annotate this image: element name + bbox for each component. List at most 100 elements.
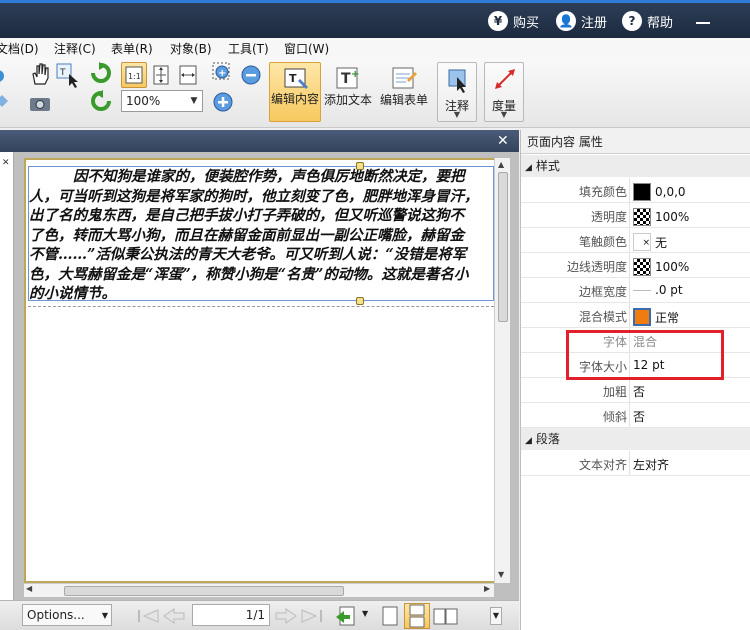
zoom-select[interactable]: 100% ▼	[121, 90, 203, 112]
menu-document[interactable]: 文档(D)	[0, 40, 39, 57]
actual-size-button[interactable]: 1:1	[121, 62, 147, 88]
style-section-header[interactable]: ◢ 样式	[521, 155, 750, 177]
minimize-button[interactable]	[696, 22, 710, 24]
rotate-counterclockwise-icon[interactable]	[90, 90, 112, 114]
page-margin-line	[28, 306, 494, 307]
hand-tool-icon[interactable]	[28, 62, 52, 86]
zoom-in-icon[interactable]	[212, 91, 234, 113]
prop-blend-mode[interactable]: 混合模式 正常	[521, 303, 750, 328]
chevron-down-icon: ▼	[190, 96, 198, 106]
toolbar: T 1:1 + 100% ▼ T 编辑内容 T + 添加文本 编辑表单 注释 ▼…	[0, 58, 750, 128]
select-text-icon[interactable]: T	[55, 62, 81, 88]
edit-content-button[interactable]: T 编辑内容	[269, 62, 321, 122]
prop-label: 透明度	[590, 210, 627, 224]
menu-tools[interactable]: 工具(T)	[228, 40, 269, 57]
scroll-thumb[interactable]	[498, 172, 508, 322]
document-area: 因不知狗是谁家的，便装腔作势，声色俱厉地断然决定，要把 人，可当听到这狗是将军家…	[14, 152, 519, 600]
single-page-icon[interactable]	[380, 605, 400, 627]
fill-color-swatch[interactable]	[633, 183, 651, 201]
first-page-icon[interactable]	[136, 607, 160, 625]
prop-stroke-opacity[interactable]: 边线透明度 100%	[521, 253, 750, 278]
prop-label: 混合模式	[578, 310, 627, 324]
add-text-button[interactable]: T + 添加文本	[322, 62, 374, 122]
text-content-box[interactable]: 因不知狗是谁家的，便装腔作势，声色俱厉地断然决定，要把 人，可当听到这狗是将军家…	[28, 166, 494, 301]
camera-icon[interactable]	[29, 94, 51, 112]
blue-arrow-icon[interactable]	[0, 68, 8, 84]
next-page-icon[interactable]	[274, 607, 298, 625]
register-button[interactable]: 👤 注册	[556, 9, 607, 33]
measure-icon	[495, 69, 515, 89]
paragraph-section-header[interactable]: ◢ 段落	[521, 428, 750, 450]
options-button[interactable]: Options... ▼	[22, 604, 112, 626]
properties-title: 页面内容 属性	[521, 130, 750, 154]
menu-annotate[interactable]: 注释(C)	[54, 40, 96, 57]
prop-italic[interactable]: 倾斜 否	[521, 403, 750, 428]
prop-label: 笔触颜色	[578, 235, 627, 249]
chevron-down-icon[interactable]: ▼	[490, 607, 502, 625]
scroll-left-icon[interactable]: ◀	[26, 584, 32, 593]
prop-text-align[interactable]: 文本对齐 左对齐	[521, 451, 750, 476]
horizontal-scrollbar[interactable]: ◀ ▶	[24, 583, 494, 597]
annotate-button[interactable]: 注释 ▼	[437, 62, 477, 122]
go-back-icon[interactable]	[334, 605, 360, 627]
scroll-down-icon[interactable]: ▼	[498, 570, 504, 579]
vertical-scrollbar[interactable]: ▲ ▼	[494, 158, 510, 583]
edit-content-icon: T	[284, 68, 308, 89]
menu-form[interactable]: 表单(R)	[111, 40, 153, 57]
chevron-down-icon[interactable]: ▼	[362, 609, 368, 618]
blend-mode-icon[interactable]	[633, 308, 651, 326]
edit-form-button[interactable]: 编辑表单	[378, 62, 430, 122]
page-number-input[interactable]: 1/1	[192, 604, 270, 626]
close-icon[interactable]: ✕	[2, 158, 10, 168]
opacity-swatch[interactable]	[633, 208, 651, 226]
svg-text:T: T	[289, 72, 297, 85]
svg-text:+: +	[218, 68, 226, 79]
prop-label: 加粗	[602, 385, 627, 399]
resize-handle-top[interactable]	[356, 162, 364, 170]
previous-page-icon[interactable]	[162, 607, 186, 625]
line-width-icon	[633, 289, 651, 291]
close-icon[interactable]: ✕	[497, 133, 509, 149]
rotate-clockwise-icon[interactable]	[90, 62, 112, 86]
last-page-icon[interactable]	[300, 607, 324, 625]
zoom-out-icon[interactable]	[240, 64, 262, 86]
prop-border-width[interactable]: 边框宽度 .0 pt	[521, 278, 750, 303]
menu-object[interactable]: 对象(B)	[170, 40, 212, 57]
prop-bold[interactable]: 加粗 否	[521, 378, 750, 403]
scroll-thumb[interactable]	[64, 586, 344, 596]
prop-label: 边框宽度	[578, 285, 627, 299]
scroll-up-icon[interactable]: ▲	[498, 160, 504, 169]
document-text-line: 因不知狗是谁家的，便装腔作势，声色俱厉地断然决定，要把	[73, 168, 465, 185]
scroll-right-icon[interactable]: ▶	[484, 584, 490, 593]
prop-stroke-color[interactable]: 笔触颜色 × 无	[521, 228, 750, 253]
fit-page-icon[interactable]	[150, 64, 172, 86]
resize-handle-bottom[interactable]	[356, 297, 364, 305]
document-text-line: 不管……”活似秉公执法的青天大老爷。可又听到人说：“没错是将军	[29, 246, 467, 263]
opacity-swatch[interactable]	[633, 258, 651, 276]
document-text-line: 出了名的鬼东西，是自己把手拔小打子弄破的，但又听巡警说这狗不	[29, 207, 464, 224]
menu-window[interactable]: 窗口(W)	[284, 40, 329, 57]
blue-diamond-icon[interactable]	[0, 94, 8, 108]
measure-button[interactable]: 度量 ▼	[484, 62, 524, 122]
fit-width-icon[interactable]	[177, 64, 199, 86]
document-text-line: 色，大骂赫留金是“浑蛋”，称赞小狗是“名贵”的动物。这就是著名小	[29, 265, 469, 283]
zoom-in-area-icon[interactable]: +	[212, 62, 236, 86]
prop-label: 边线透明度	[566, 260, 627, 274]
chevron-down-icon: ▼	[453, 110, 461, 119]
edit-form-label: 编辑表单	[379, 93, 428, 107]
yen-icon: ¥	[488, 11, 508, 31]
prop-opacity[interactable]: 透明度 100%	[521, 203, 750, 228]
navigation-panel: ✕	[0, 152, 14, 600]
chevron-down-icon: ▼	[101, 610, 108, 620]
chevron-down-icon: ▼	[500, 110, 508, 119]
no-color-icon[interactable]: ×	[633, 233, 651, 251]
menu-bar: 文档(D) 注释(C) 表单(R) 对象(B) 工具(T) 窗口(W)	[0, 38, 750, 58]
continuous-page-button[interactable]	[404, 603, 430, 629]
prop-fill-color[interactable]: 填充颜色 0,0,0	[521, 178, 750, 203]
help-button[interactable]: ? 帮助	[622, 9, 673, 33]
help-icon: ?	[622, 11, 642, 31]
edit-form-icon	[392, 67, 417, 89]
zoom-value: 100%	[126, 94, 161, 108]
buy-button[interactable]: ¥ 购买	[488, 9, 539, 33]
facing-pages-icon[interactable]	[432, 605, 460, 627]
